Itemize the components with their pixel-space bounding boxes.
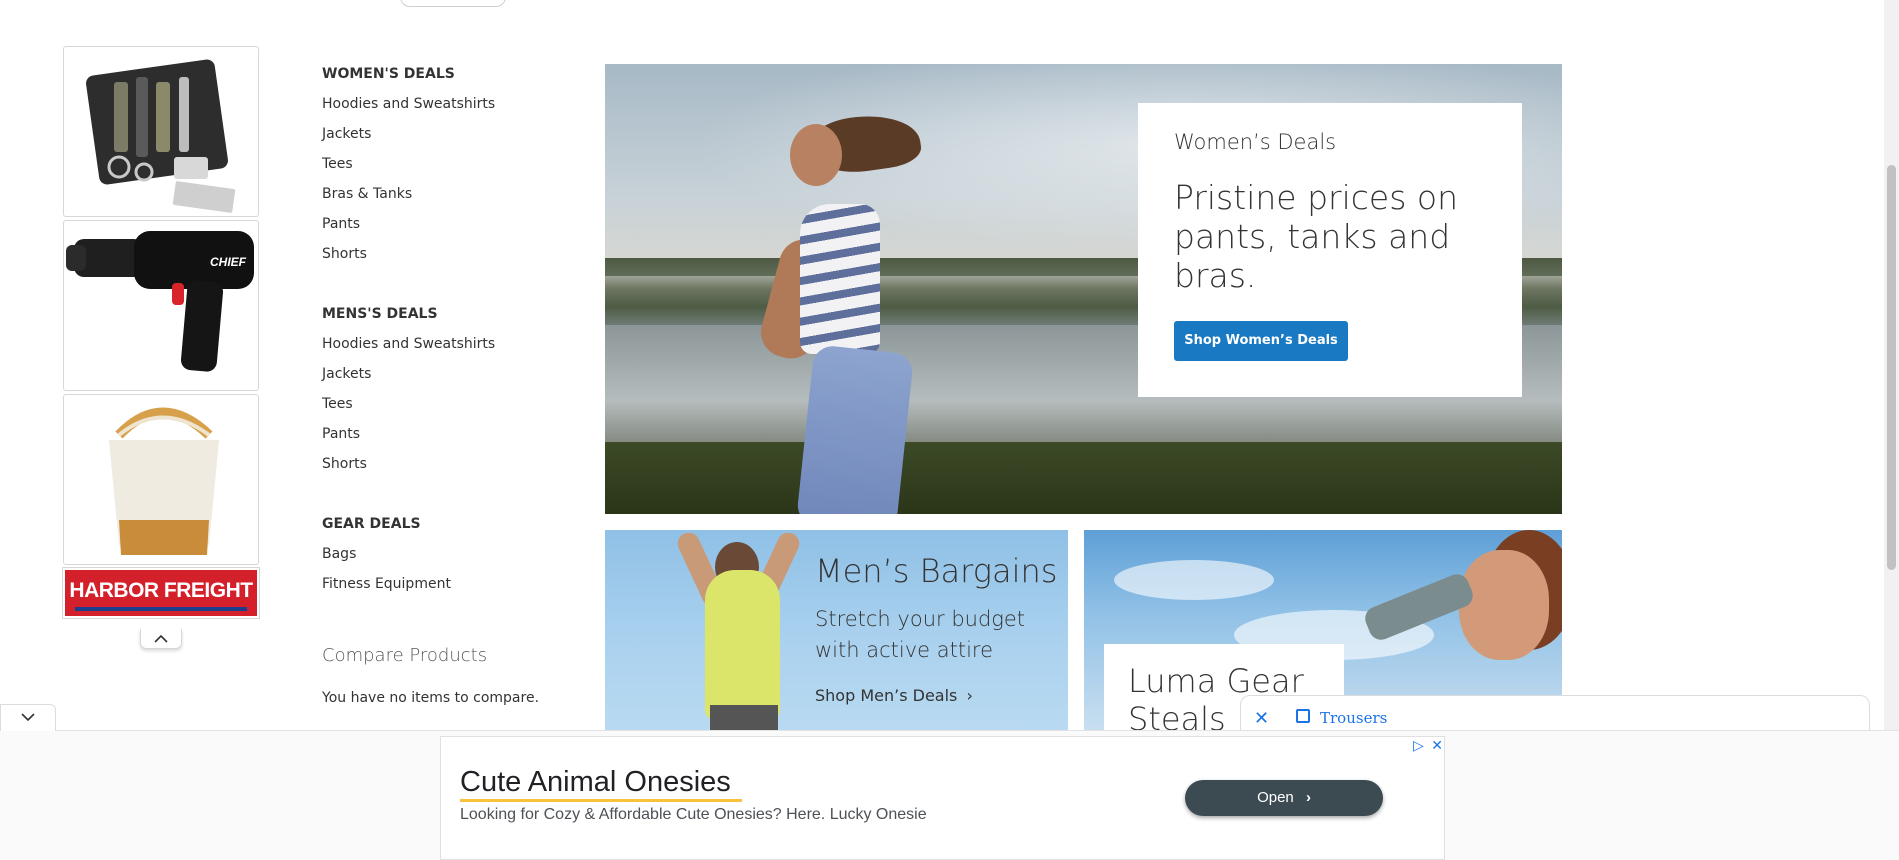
shop-mens-deals-link[interactable]: Shop Men’s Deals › <box>815 686 973 705</box>
ad-product-canvas-bucket[interactable] <box>63 394 259 565</box>
shop-womens-deals-button[interactable]: Shop Women’s Deals <box>1174 321 1348 361</box>
bottom-ad-description: Looking for Cozy & Affordable Cute Onesi… <box>460 806 927 823</box>
nav-link-men-tees[interactable]: Tees <box>322 396 353 412</box>
hero-grass <box>605 442 1562 514</box>
ad-choices-icon[interactable]: ▷ <box>1413 738 1424 754</box>
nav-link-gear-bags[interactable]: Bags <box>322 546 356 562</box>
nav-link-women-hoodies[interactable]: Hoodies and Sweatshirts <box>322 96 495 112</box>
close-icon[interactable]: ✕ <box>1254 708 1269 729</box>
mens-bargains-title: Men’s Bargains <box>815 552 1058 590</box>
nav-heading-women: WOMEN'S DEALS <box>322 66 455 82</box>
compare-empty-message: You have no items to compare. <box>322 690 540 706</box>
survival-kit-image <box>86 59 236 213</box>
compare-products-title: Compare Products <box>322 645 488 666</box>
nav-link-women-tees[interactable]: Tees <box>322 156 353 172</box>
chevron-down-icon <box>21 713 35 722</box>
logo-stripe <box>75 607 247 611</box>
canvas-bucket-image <box>109 407 219 555</box>
page-scrollbar-thumb[interactable] <box>1887 165 1896 570</box>
close-icon[interactable]: ✕ <box>1431 738 1443 754</box>
men-shorts <box>710 705 778 730</box>
bottom-ad-toggle[interactable] <box>0 704 56 731</box>
gear-cloud <box>1114 560 1274 600</box>
nav-heading-men: MENS'S DEALS <box>322 306 438 322</box>
ad-product-chief-tool[interactable]: CHIEF <box>63 220 259 391</box>
ad-harbor-freight-logo[interactable]: HARBOR FREIGHT <box>63 568 259 618</box>
nav-heading-gear: GEAR DEALS <box>322 516 421 532</box>
nav-link-women-jackets[interactable]: Jackets <box>322 126 371 142</box>
runner-head <box>790 124 842 186</box>
chevron-right-icon: › <box>1305 789 1311 806</box>
nav-link-women-shorts[interactable]: Shorts <box>322 246 367 262</box>
open-button-label: Open <box>1257 789 1294 806</box>
runner-striped-tank <box>800 204 880 354</box>
runner-leggings <box>795 344 915 514</box>
nav-link-gear-fitness[interactable]: Fitness Equipment <box>322 576 451 592</box>
chevron-up-icon <box>154 634 168 643</box>
suggestion-trousers-link[interactable]: Trousers <box>1320 709 1387 727</box>
gear-woman-face <box>1459 550 1549 660</box>
nav-link-men-jackets[interactable]: Jackets <box>322 366 371 382</box>
chevron-right-icon: › <box>966 686 973 705</box>
hero-headline: Pristine prices on pants, tanks and bras… <box>1174 178 1458 295</box>
nav-link-men-pants[interactable]: Pants <box>322 426 360 442</box>
shop-mens-deals-label: Shop Men’s Deals <box>815 686 958 705</box>
nav-link-men-shorts[interactable]: Shorts <box>322 456 367 472</box>
nav-link-men-hoodies[interactable]: Hoodies and Sweatshirts <box>322 336 495 352</box>
mens-bargains-subtitle: Stretch your budget with active attire <box>815 607 1026 662</box>
top-search-pill[interactable] <box>400 0 506 7</box>
harbor-freight-brand: HARBOR FREIGHT <box>69 579 253 602</box>
ad-title-underline <box>460 799 742 802</box>
chief-tool-image <box>66 231 254 372</box>
ad-product-survival-kit[interactable] <box>63 46 259 217</box>
nav-link-women-bras-tanks[interactable]: Bras & Tanks <box>322 186 412 202</box>
bottom-ad-title[interactable]: Cute Animal Onesies <box>460 766 731 799</box>
bottom-ad-open-button[interactable]: Open › <box>1185 780 1383 816</box>
ad-collapse-button[interactable] <box>140 629 182 649</box>
hero-kicker: Women’s Deals <box>1174 130 1337 154</box>
bottom-ad-choices[interactable]: ▷ ✕ <box>1413 738 1443 754</box>
chief-brand-text: CHIEF <box>210 255 246 269</box>
men-yellow-tank <box>705 570 780 720</box>
shopping-bag-icon <box>1296 709 1310 723</box>
nav-link-women-pants[interactable]: Pants <box>322 216 360 232</box>
